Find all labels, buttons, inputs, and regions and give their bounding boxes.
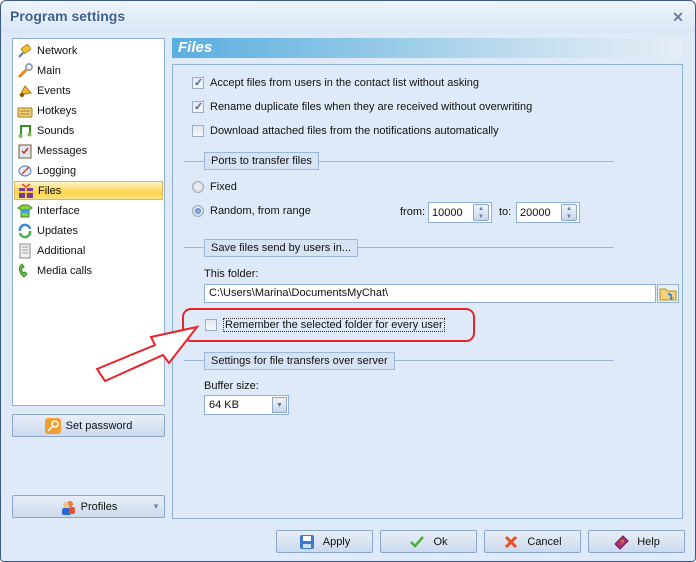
port-to-spinner[interactable]: 20000 ▲ ▼ [516, 202, 580, 223]
to-label: to: [499, 206, 512, 218]
clipboard-icon [18, 144, 32, 158]
wrench-icon [17, 62, 33, 78]
browse-folder-button[interactable] [657, 284, 679, 303]
sidebar-item-main[interactable]: Main [14, 61, 163, 80]
window-title: Program settings [10, 8, 126, 24]
save-group-label: Save files send by users in... [204, 239, 359, 257]
buffer-size-label: Buffer size: [204, 380, 259, 392]
random-port-radio-row[interactable]: Random, from range [192, 205, 311, 217]
sidebar-item-events[interactable]: Events [14, 81, 163, 100]
set-password-button[interactable]: Set password [12, 414, 165, 437]
panel-title: Files [178, 39, 213, 56]
interface-icon [17, 204, 33, 217]
logging-icon [18, 165, 32, 176]
spin-down-icon[interactable]: ▼ [562, 213, 576, 221]
from-label: from: [400, 206, 426, 218]
phone-icon [19, 262, 28, 278]
sidebar-item-network[interactable]: Network [14, 41, 163, 60]
download-attached-checkbox-row[interactable]: Download attached files from the notific… [192, 125, 499, 137]
folder-path-input[interactable]: C:\Users\Marina\DocumentsMyChat\ [204, 284, 656, 303]
fixed-port-radio-row[interactable]: Fixed [192, 181, 237, 193]
updates-icon [18, 223, 32, 238]
help-book-icon: ? [614, 534, 629, 550]
chevron-down-icon[interactable]: ▼ [152, 502, 160, 511]
download-attached-checkbox[interactable] [192, 125, 204, 137]
port-to-stepper[interactable]: ▲ ▼ [561, 204, 577, 221]
port-from-spinner[interactable]: 10000 ▲ ▼ [428, 202, 492, 223]
help-button[interactable]: ? Help [588, 530, 685, 553]
sidebar-item-media-calls[interactable]: Media calls [14, 261, 163, 280]
sidebar-item-sounds[interactable]: Sounds [14, 121, 163, 140]
fixed-port-radio[interactable] [192, 181, 204, 193]
spin-up-icon[interactable]: ▲ [562, 205, 576, 213]
document-icon [19, 243, 31, 258]
remember-folder-checkbox-row[interactable]: Remember the selected folder for every u… [205, 318, 445, 332]
ports-group-label: Ports to transfer files [204, 152, 319, 170]
accept-files-checkbox[interactable] [192, 76, 204, 89]
gift-icon [19, 182, 33, 198]
server-group-label: Settings for file transfers over server [204, 352, 395, 370]
port-from-stepper[interactable]: ▲ ▼ [473, 204, 489, 221]
sidebar-item-logging[interactable]: Logging [14, 161, 163, 180]
sidebar-item-interface[interactable]: Interface [14, 201, 163, 220]
sidebar-item-hotkeys[interactable]: Hotkeys [14, 101, 163, 120]
bell-icon [19, 84, 32, 97]
folder-icon [659, 288, 677, 301]
profiles-icon [61, 500, 75, 515]
key-icon [44, 417, 61, 434]
program-settings-window: Program settings ✕ Network Main Events H… [0, 0, 696, 562]
spin-down-icon[interactable]: ▼ [474, 213, 488, 221]
sidebar-item-additional[interactable]: Additional [14, 241, 163, 260]
close-icon[interactable]: ✕ [671, 10, 685, 24]
music-note-icon [18, 124, 32, 138]
profiles-button[interactable]: Profiles ▼ [12, 495, 165, 518]
sidebar-item-messages[interactable]: Messages [14, 141, 163, 160]
annotation-arrow-icon [95, 325, 200, 383]
network-icon [18, 43, 32, 58]
svg-text:?: ? [620, 540, 624, 547]
cancel-button[interactable]: Cancel [484, 530, 581, 553]
rename-duplicates-checkbox-row[interactable]: Rename duplicate files when they are rec… [192, 100, 532, 113]
ok-button[interactable]: Ok [380, 530, 477, 553]
sidebar-item-updates[interactable]: Updates [14, 221, 163, 240]
cancel-x-icon [505, 535, 518, 548]
panel-header: Files [172, 38, 683, 58]
checkmark-icon [410, 535, 425, 548]
title-bar: Program settings ✕ [1, 1, 695, 33]
spin-up-icon[interactable]: ▲ [474, 205, 488, 213]
keyboard-icon [17, 107, 33, 117]
sidebar-item-files[interactable]: Files [14, 181, 163, 200]
dropdown-arrow-icon[interactable]: ▼ [272, 397, 287, 413]
save-disk-icon [299, 534, 314, 549]
port-from-value[interactable]: 10000 [429, 207, 473, 219]
apply-button[interactable]: Apply [276, 530, 373, 553]
random-port-radio[interactable] [192, 205, 204, 217]
folder-label: This folder: [204, 268, 259, 280]
buffer-size-select[interactable]: 64 KB ▼ [204, 395, 289, 415]
accept-files-checkbox-row[interactable]: Accept files from users in the contact l… [192, 76, 479, 89]
port-to-value[interactable]: 20000 [517, 207, 561, 219]
rename-duplicates-checkbox[interactable] [192, 100, 204, 113]
